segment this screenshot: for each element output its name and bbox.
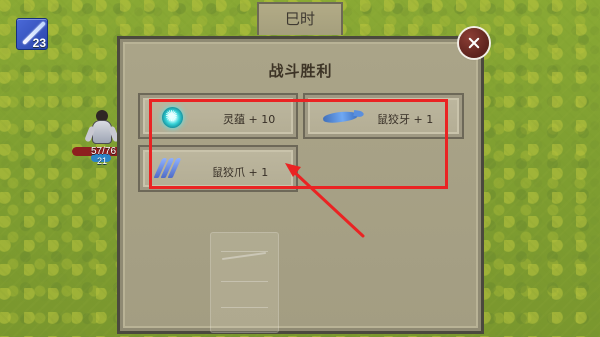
time-tab: 巳时 bbox=[257, 2, 343, 35]
character-level: 21 bbox=[96, 156, 107, 166]
dialog-title: 战斗胜利 bbox=[268, 62, 333, 80]
sword-icon bbox=[222, 251, 266, 261]
skill-count: 23 bbox=[32, 36, 46, 50]
background-item-card bbox=[210, 232, 279, 333]
card-divider-middle bbox=[221, 281, 268, 282]
skill-button[interactable]: 23 bbox=[16, 18, 48, 50]
close-button[interactable] bbox=[459, 28, 489, 58]
highlight-box bbox=[149, 99, 448, 189]
card-divider-bottom bbox=[221, 307, 268, 308]
